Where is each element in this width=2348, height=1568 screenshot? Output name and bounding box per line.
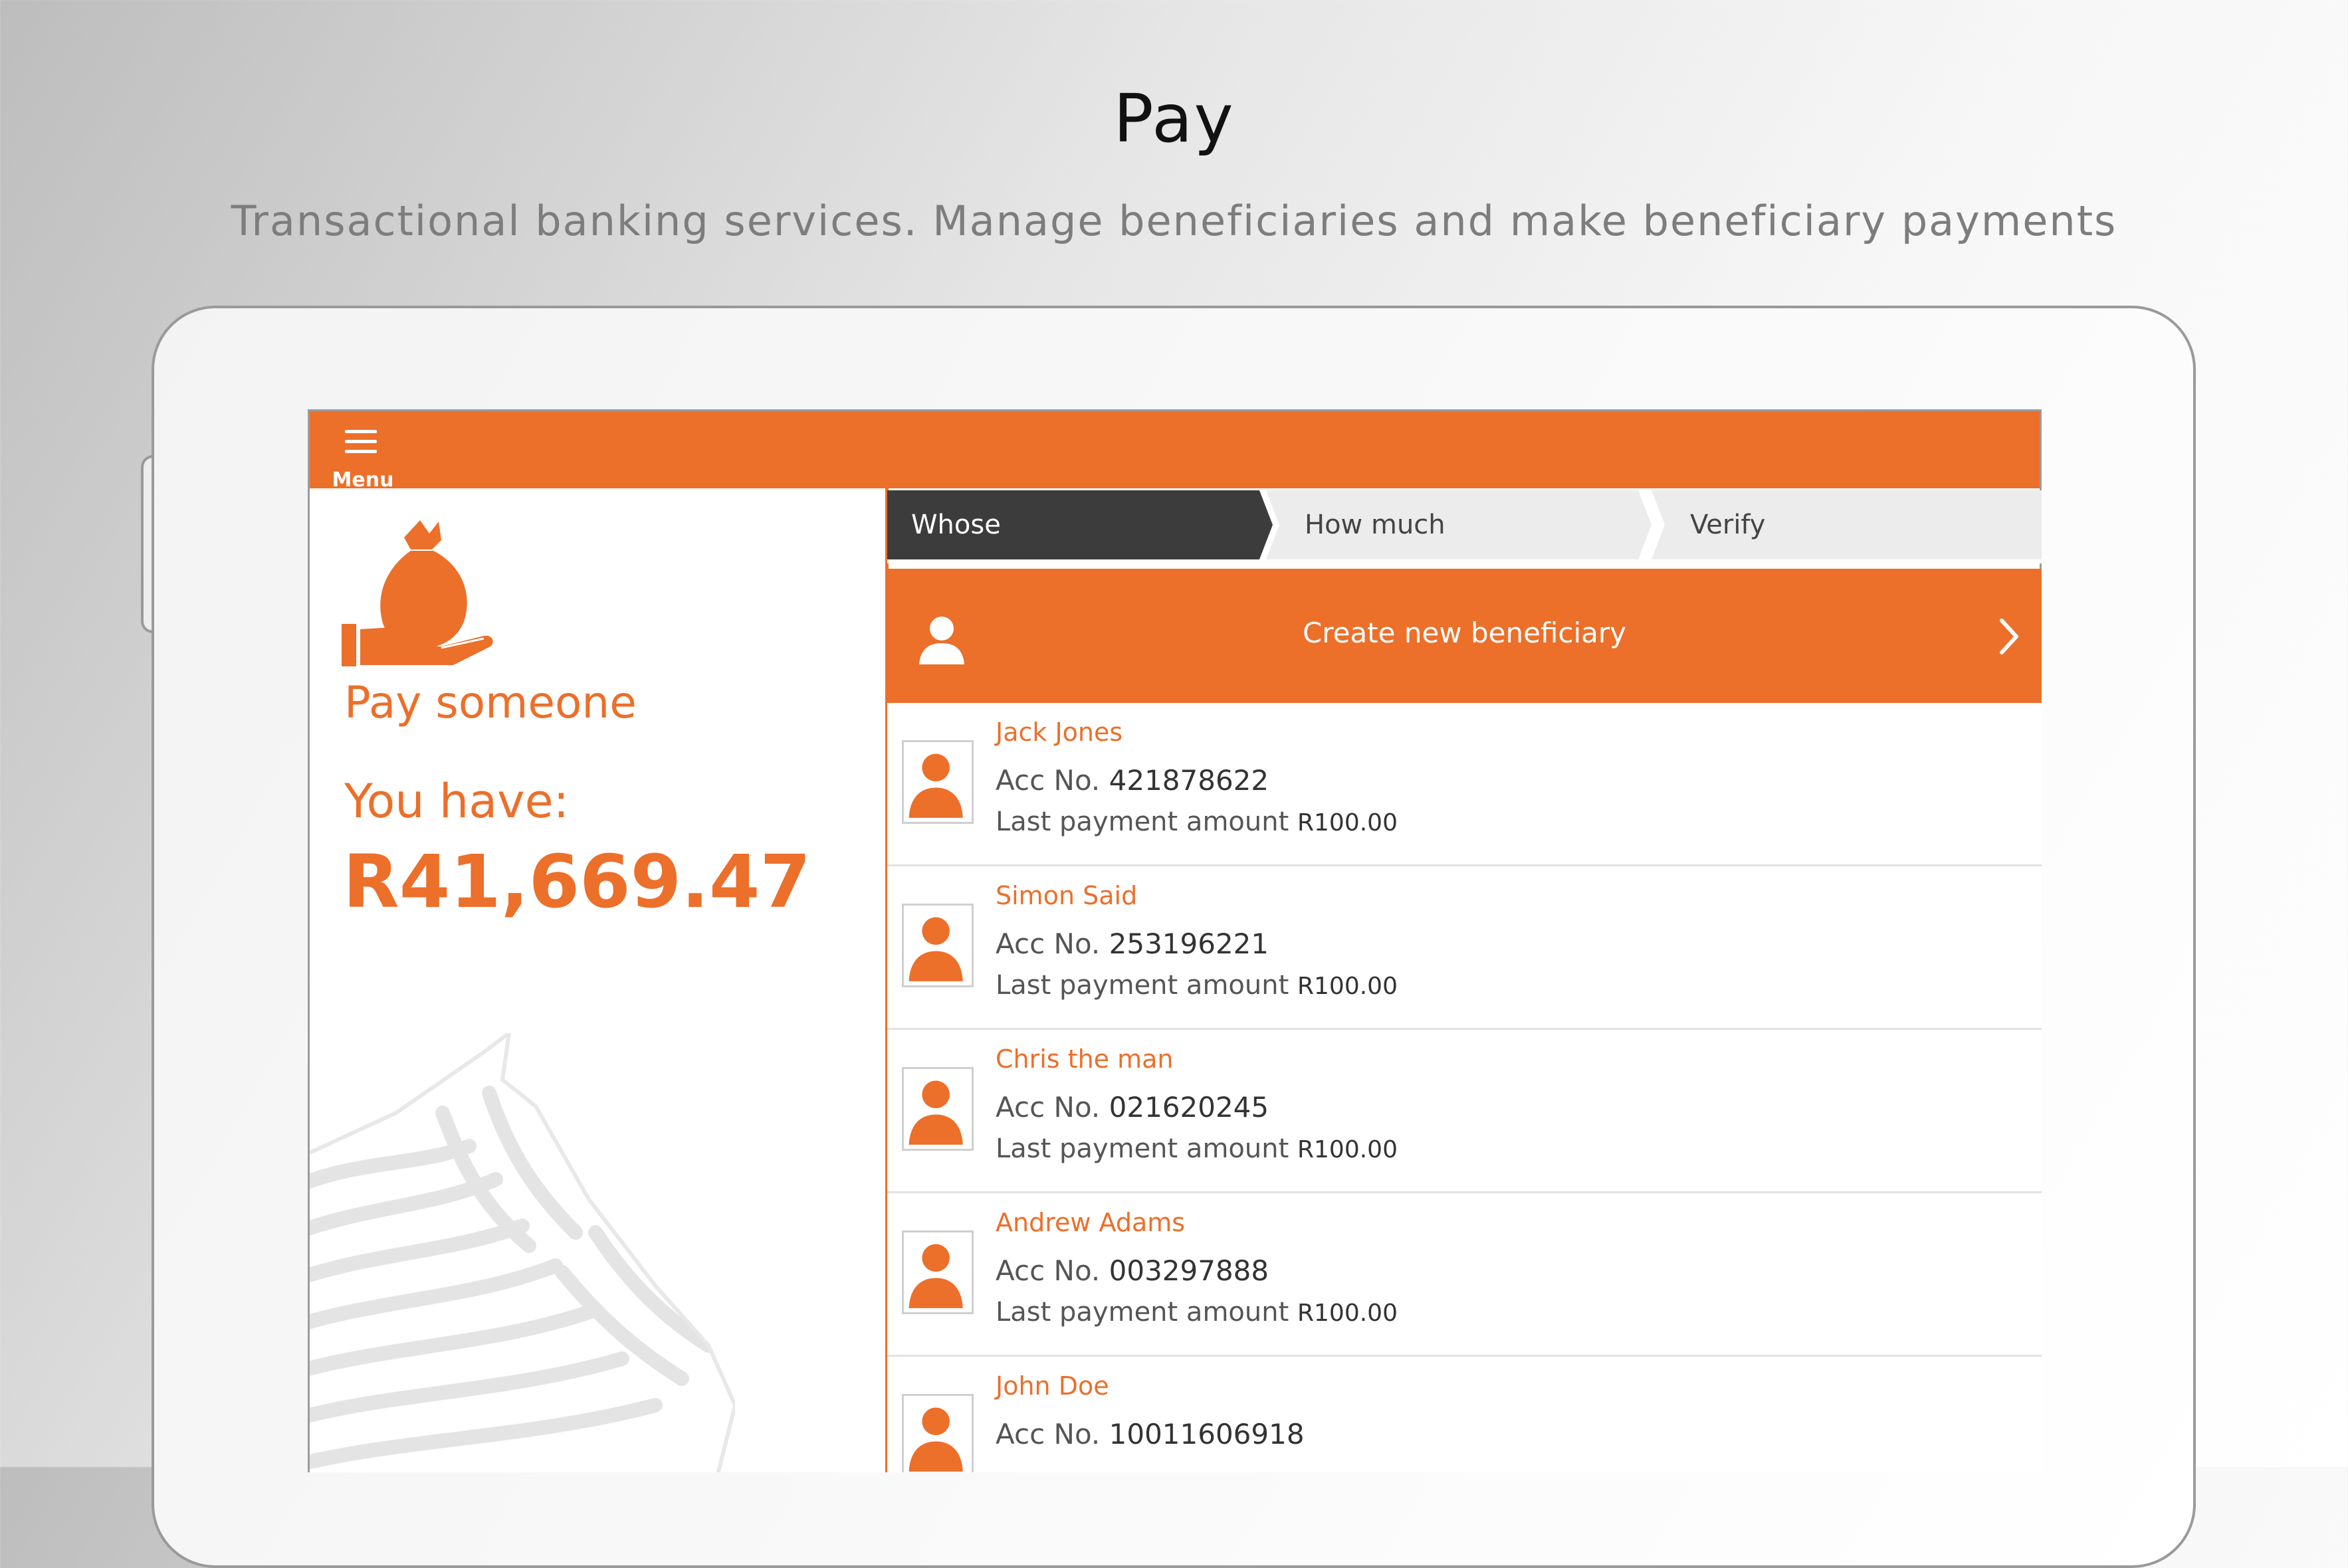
beneficiary-last-payment: Last payment amount R100.00 bbox=[996, 1133, 1398, 1164]
beneficiary-account: Acc No. 253196221 bbox=[996, 928, 1269, 960]
menu-button[interactable]: Menu bbox=[330, 422, 403, 492]
step-how-much[interactable]: How much bbox=[1266, 490, 1652, 559]
beneficiary-row-andrew-adams[interactable]: Andrew Adams Acc No. 003297888 Last paym… bbox=[887, 1193, 2042, 1357]
person-avatar-icon bbox=[902, 1394, 974, 1472]
beneficiary-name: Andrew Adams bbox=[996, 1208, 1186, 1237]
beneficiary-row-chris-the-man[interactable]: Chris the man Acc No. 021620245 Last pay… bbox=[887, 1030, 2042, 1193]
beneficiary-last-payment: Last payment amount R100.00 bbox=[996, 970, 1398, 1001]
beneficiary-last-payment: Last payment amount R100.00 bbox=[996, 807, 1398, 837]
hamburger-icon bbox=[345, 430, 377, 460]
create-new-beneficiary-label: Create new beneficiary bbox=[1302, 617, 1627, 649]
beneficiary-name: John Doe bbox=[996, 1371, 1109, 1401]
page-subtitle: Transactional banking services. Manage b… bbox=[231, 197, 2117, 245]
top-bar: Menu bbox=[310, 411, 2040, 492]
balance-amount: R41,669.47 bbox=[343, 839, 811, 924]
step-verify[interactable]: Verify bbox=[1652, 490, 2042, 559]
beneficiary-row-john-doe[interactable]: John Doe Acc No. 10011606918 bbox=[887, 1357, 2042, 1472]
person-avatar-icon bbox=[902, 904, 974, 987]
person-avatar-icon bbox=[902, 740, 974, 824]
zebra-watermark bbox=[310, 1033, 735, 1472]
beneficiary-name: Jack Jones bbox=[996, 718, 1123, 747]
step-progress: Whose How much Verify bbox=[887, 490, 2042, 563]
chevron-right-icon bbox=[2000, 619, 2018, 654]
beneficiary-account: Acc No. 10011606918 bbox=[996, 1418, 1305, 1450]
person-avatar-icon bbox=[902, 1067, 974, 1151]
beneficiary-name: Simon Said bbox=[996, 881, 1138, 910]
page-title: Pay bbox=[1113, 80, 1235, 157]
pay-someone-heading: Pay someone bbox=[344, 677, 637, 728]
beneficiary-last-payment: Last payment amount R100.00 bbox=[996, 1297, 1398, 1327]
beneficiary-account: Acc No. 003297888 bbox=[996, 1254, 1269, 1287]
money-bag-hand-icon bbox=[342, 520, 493, 666]
beneficiary-row-jack-jones[interactable]: Jack Jones Acc No. 421878622 Last paymen… bbox=[887, 703, 2042, 866]
left-panel: Pay someone You have: R41,669.47 bbox=[310, 488, 887, 1472]
beneficiary-account: Acc No. 021620245 bbox=[996, 1091, 1269, 1124]
beneficiary-name: Chris the man bbox=[996, 1044, 1174, 1074]
create-new-beneficiary-button[interactable]: Create new beneficiary bbox=[887, 569, 2042, 703]
beneficiary-row-simon-said[interactable]: Simon Said Acc No. 253196221 Last paymen… bbox=[887, 866, 2042, 1030]
beneficiary-list: Jack Jones Acc No. 421878622 Last paymen… bbox=[887, 703, 2042, 1472]
balance-label: You have: bbox=[344, 774, 570, 829]
beneficiary-account: Acc No. 421878622 bbox=[996, 764, 1269, 797]
step-whose[interactable]: Whose bbox=[887, 490, 1273, 559]
person-avatar-icon bbox=[902, 1230, 974, 1314]
